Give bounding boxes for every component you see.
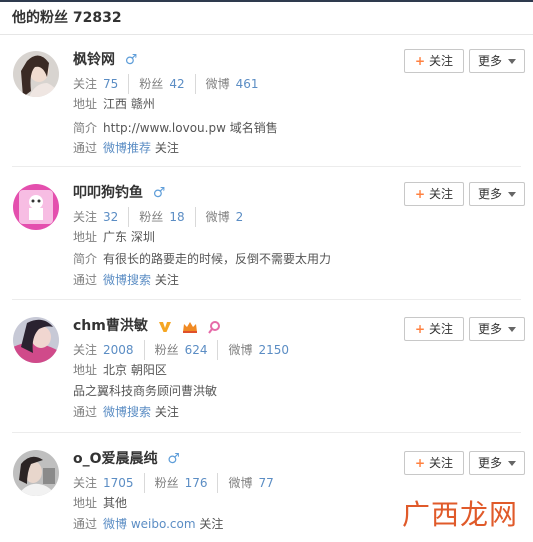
plus-icon: +: [414, 456, 426, 470]
avatar[interactable]: [13, 51, 59, 97]
page-title: 他的粉丝 72832: [0, 2, 533, 35]
caret-down-icon: [508, 327, 516, 332]
weibo-stat[interactable]: 微博 2: [206, 207, 254, 227]
fan-item: 枫铃网 ♂ 关注 75 粉丝 42 微博 461 地址 江西 赣州 简介 http://www…: [0, 36, 533, 167]
male-icon: ♂: [152, 185, 166, 201]
following-stat[interactable]: 关注 32: [73, 207, 130, 227]
more-button[interactable]: 更多: [469, 451, 525, 475]
verified-v-icon: [158, 321, 171, 332]
weibo-stat[interactable]: 微博 461: [206, 74, 269, 94]
source-link[interactable]: 微博推荐: [103, 141, 151, 155]
intro-line: 简介 有很长的路要走的时候，反倒不需要太用力: [73, 252, 332, 266]
following-stat[interactable]: 关注 1705: [73, 473, 145, 493]
fan-item: 叩叩狗钓鱼 ♂ 关注 32 粉丝 18 微博 2 地址 广东 深圳 简介 有很长的路要走的时候…: [0, 169, 533, 300]
fans-stat[interactable]: 粉丝 42: [139, 74, 196, 94]
stats: 关注 32 粉丝 18 微博 2: [73, 207, 263, 227]
address-line: 地址 其他: [73, 496, 128, 510]
source-line: 通过 微博 weibo.com 关注: [73, 517, 224, 531]
caret-down-icon: [508, 192, 516, 197]
plus-icon: +: [414, 322, 426, 336]
weibo-stat[interactable]: 微博 77: [228, 473, 283, 493]
fans-stat[interactable]: 粉丝 624: [155, 340, 219, 360]
source-line: 通过 微博搜索 关注: [73, 405, 179, 419]
more-button[interactable]: 更多: [469, 49, 525, 73]
stats: 关注 1705 粉丝 176 微博 77: [73, 473, 294, 493]
fan-item: chm曹洪敏 关注 2008 粉丝 624 微博 2150 地址 北京 朝阳区 品之翼科技商…: [0, 302, 533, 433]
follow-button[interactable]: + 关注: [404, 317, 464, 341]
male-icon: ♂: [124, 52, 138, 68]
stats: 关注 75 粉丝 42 微博 461: [73, 74, 279, 94]
divider: [12, 299, 521, 300]
more-button[interactable]: 更多: [469, 182, 525, 206]
plus-icon: +: [414, 54, 426, 68]
vip-crown-icon: [182, 321, 197, 333]
bio-line: 品之翼科技商务顾问曹洪敏: [73, 384, 218, 398]
avatar[interactable]: [13, 450, 59, 496]
source-link[interactable]: 微博搜索: [103, 273, 151, 287]
source-line: 通过 微博推荐 关注: [73, 141, 179, 155]
plus-icon: +: [414, 187, 426, 201]
more-button[interactable]: 更多: [469, 317, 525, 341]
fan-name[interactable]: o_O爱晨晨纯: [73, 451, 158, 467]
fan-name[interactable]: 叩叩狗钓鱼: [73, 185, 143, 201]
watermark: 广西龙网: [402, 498, 519, 531]
avatar[interactable]: [13, 317, 59, 363]
fan-name[interactable]: chm曹洪敏: [73, 318, 148, 334]
caret-down-icon: [508, 461, 516, 466]
address-line: 地址 江西 赣州: [73, 97, 155, 111]
caret-down-icon: [508, 59, 516, 64]
male-icon: ♂: [167, 451, 180, 467]
weibo-stat[interactable]: 微博 2150: [228, 340, 299, 360]
source-line: 通过 微博搜索 关注: [73, 273, 179, 287]
address-line: 地址 北京 朝阳区: [73, 363, 167, 377]
fans-stat[interactable]: 粉丝 18: [139, 207, 196, 227]
following-stat[interactable]: 关注 75: [73, 74, 130, 94]
address-line: 地址 广东 深圳: [73, 230, 155, 244]
fans-stat[interactable]: 粉丝 176: [155, 473, 219, 493]
divider: [12, 432, 521, 433]
following-stat[interactable]: 关注 2008: [73, 340, 145, 360]
fan-name[interactable]: 枫铃网: [73, 52, 115, 68]
avatar[interactable]: [13, 184, 59, 230]
club-icon: [208, 320, 221, 334]
stats: 关注 2008 粉丝 624 微博 2150: [73, 340, 309, 360]
divider: [12, 166, 521, 167]
source-link[interactable]: 微博 weibo.com: [103, 517, 196, 531]
follow-button[interactable]: + 关注: [404, 49, 464, 73]
intro-line: 简介 http://www.lovou.pw 域名销售: [73, 121, 278, 135]
source-link[interactable]: 微博搜索: [103, 405, 151, 419]
follow-button[interactable]: + 关注: [404, 182, 464, 206]
follow-button[interactable]: + 关注: [404, 451, 464, 475]
